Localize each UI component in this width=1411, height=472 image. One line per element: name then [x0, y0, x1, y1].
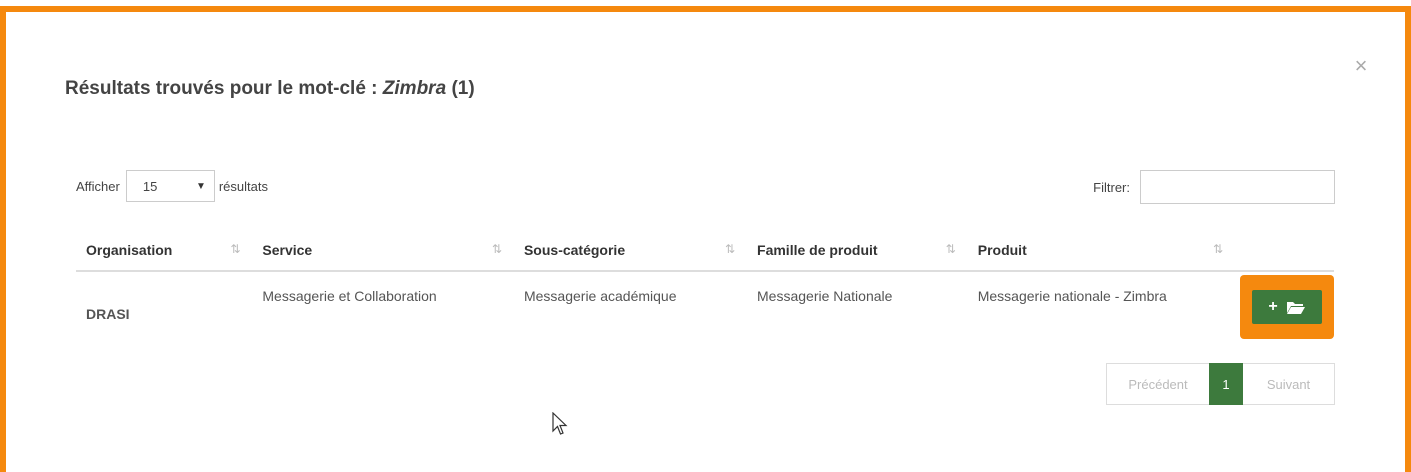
- cell-produit: Messagerie nationale - Zimbra: [977, 288, 1167, 304]
- mouse-cursor-icon: [552, 412, 568, 435]
- filter-input[interactable]: [1140, 170, 1335, 204]
- sort-icon: ⇅: [724, 242, 736, 256]
- header-action: [1235, 230, 1334, 272]
- results-label: résultats: [218, 178, 268, 194]
- header-sous-categorie[interactable]: Sous-catégorie ⇅: [513, 230, 748, 272]
- folder-open-icon: [1286, 302, 1305, 314]
- add-to-folder-button[interactable]: +: [1252, 290, 1322, 324]
- results-table: Organisation ⇅ Service ⇅ Sous-catégorie …: [76, 230, 1334, 364]
- cell-organisation: DRASI: [86, 306, 130, 322]
- cell-famille: Messagerie Nationale: [757, 288, 893, 304]
- close-icon[interactable]: ×: [1350, 55, 1372, 77]
- plus-icon: +: [1268, 298, 1278, 315]
- pagination: Précédent 1 Suivant: [1106, 363, 1335, 405]
- title-count: (1): [451, 78, 475, 99]
- show-label: Afficher: [76, 178, 120, 194]
- header-service[interactable]: Service ⇅: [252, 230, 514, 272]
- table-row: DRASI Messagerie et Collaboration Messag…: [76, 271, 1334, 364]
- sort-icon: ⇅: [230, 242, 241, 256]
- chevron-down-icon: ▼: [195, 180, 206, 192]
- filter-label: Filtrer:: [1093, 179, 1130, 195]
- header-produit[interactable]: Produit ⇅: [967, 230, 1235, 272]
- cell-action: +: [1235, 271, 1334, 364]
- sort-icon: ⇅: [1212, 242, 1223, 256]
- page-size-select[interactable]: 15 ▼: [125, 170, 215, 202]
- header-organisation[interactable]: Organisation ⇅: [76, 230, 253, 272]
- table-header-row: Organisation ⇅ Service ⇅ Sous-catégorie …: [76, 230, 1334, 272]
- page-length-control: Afficher 15 ▼ résultats: [76, 170, 268, 202]
- cell-sous-categorie: Messagerie académique: [523, 288, 677, 304]
- cell-service: Messagerie et Collaboration: [262, 288, 437, 304]
- pagination-previous[interactable]: Précédent: [1106, 363, 1209, 405]
- action-highlight: +: [1240, 275, 1334, 339]
- sort-icon: ⇅: [945, 242, 956, 256]
- modal-title: Résultats trouvés pour le mot-clé : Zimb…: [65, 78, 475, 100]
- title-keyword: Zimbra: [382, 78, 447, 99]
- pagination-page-current[interactable]: 1: [1209, 363, 1243, 405]
- header-famille-produit[interactable]: Famille de produit ⇅: [747, 230, 968, 272]
- page-size-value: 15: [142, 178, 158, 194]
- title-prefix: Résultats trouvés pour le mot-clé :: [65, 78, 378, 99]
- pagination-next[interactable]: Suivant: [1243, 363, 1335, 405]
- sort-icon: ⇅: [491, 242, 502, 256]
- filter-control: Filtrer:: [1093, 170, 1335, 204]
